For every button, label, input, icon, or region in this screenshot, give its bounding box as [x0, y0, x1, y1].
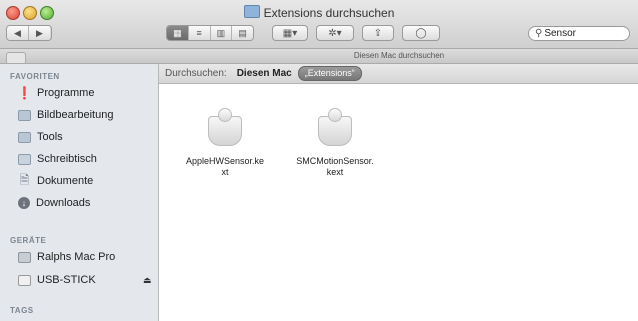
sidebar-item-label: Schreibtisch [37, 153, 97, 165]
arrange-button[interactable]: ▦▾ [272, 25, 308, 41]
scope-label: Durchsuchen: [165, 68, 227, 79]
search-icon: ⚲ [535, 28, 543, 39]
search-input[interactable]: Sensor [544, 28, 576, 39]
share-button[interactable]: ⇪ [362, 25, 394, 41]
gear-icon: ✲▾ [328, 27, 342, 39]
apps-icon: ❗ [17, 86, 32, 100]
arrange-icon: ▦▾ [282, 27, 298, 39]
search-scope-bar: Durchsuchen: Diesen Mac „Extensions“ [159, 64, 638, 84]
sidebar-item-label: USB-STICK [37, 274, 96, 286]
back-button[interactable]: ◀ [7, 26, 29, 40]
sidebar-item-downloads[interactable]: ↓ Downloads [18, 194, 90, 212]
tag-icon: ◯ [415, 27, 427, 39]
title-toolbar: Extensions durchsuchen ◀ ▶ ▦ ≡ ▥ ▤ ▦▾ ✲▾… [0, 0, 638, 49]
sidebar-heading-tags: TAGS [10, 306, 34, 315]
file-browser: Durchsuchen: Diesen Mac „Extensions“ App… [159, 64, 638, 321]
sidebar-item-label: Programme [37, 87, 95, 99]
document-icon: 🗎 [19, 172, 30, 187]
folder-icon [243, 5, 260, 18]
file-name: AppleHWSensor.ke xt [185, 156, 265, 177]
folder-icon [18, 109, 31, 121]
list-view-icon: ≡ [196, 28, 202, 38]
sidebar-heading-devices: GERÄTE [10, 236, 47, 245]
icon-view-icon: ▦ [173, 27, 182, 38]
scope-this-mac-button[interactable]: Diesen Mac [237, 68, 292, 79]
sidebar-item-label: Ralphs Mac Pro [37, 251, 116, 263]
sidebar-item-label: Tools [37, 131, 63, 143]
eject-icon[interactable]: ⏏ [143, 275, 152, 286]
sidebar-item-ralphs-mac-pro[interactable]: Ralphs Mac Pro [18, 248, 115, 266]
search-scope-title: Diesen Mac durchsuchen [160, 49, 638, 64]
tags-button[interactable]: ◯ [402, 25, 440, 41]
drive-icon [18, 274, 31, 286]
sidebar-tab [6, 52, 26, 63]
sidebar-item-usb-stick[interactable]: USB-STICK [18, 271, 96, 289]
file-name: SMCMotionSensor. kext [296, 156, 374, 177]
nav-buttons: ◀ ▶ [6, 25, 52, 41]
coverflow-view-icon: ▤ [238, 27, 247, 38]
scope-extensions-chip[interactable]: „Extensions“ [297, 66, 362, 81]
sidebar-item-bildbearbeitung[interactable]: Bildbearbeitung [18, 106, 113, 124]
forward-arrow-icon: ▶ [36, 27, 43, 38]
sidebar-item-dokumente[interactable]: 🗎 Dokumente [18, 172, 94, 190]
sidebar-item-label: Bildbearbeitung [37, 109, 114, 121]
window-title: Extensions durchsuchen [0, 5, 638, 20]
folder-icon [18, 131, 31, 143]
icon-view-button[interactable]: ▦ [167, 26, 189, 40]
sidebar-item-programme[interactable]: ❗ Programme [17, 84, 95, 102]
desktop-icon [18, 153, 31, 165]
forward-button[interactable]: ▶ [29, 26, 50, 40]
file-item[interactable]: AppleHWSensor.ke xt [175, 108, 275, 178]
view-mode-buttons: ▦ ≡ ▥ ▤ [166, 25, 254, 41]
back-arrow-icon: ◀ [14, 27, 21, 38]
column-view-icon: ▥ [216, 27, 226, 38]
action-button[interactable]: ✲▾ [316, 25, 354, 41]
search-field[interactable]: ⚲ Sensor [528, 26, 630, 41]
sidebar-item-tools[interactable]: Tools [18, 128, 63, 146]
sidebar-item-schreibtisch[interactable]: Schreibtisch [18, 150, 97, 168]
window-title-text: Extensions durchsuchen [263, 6, 395, 20]
sidebar-heading-favorites: FAVORITEN [10, 72, 60, 81]
share-icon: ⇪ [373, 27, 383, 39]
sidebar: FAVORITEN ❗ Programme Bildbearbeitung To… [0, 64, 159, 321]
sidebar-item-label: Downloads [36, 197, 91, 209]
computer-icon [18, 251, 31, 263]
kext-bundle-icon [314, 108, 356, 150]
coverflow-view-button[interactable]: ▤ [232, 26, 253, 40]
sidebar-item-label: Dokumente [37, 175, 94, 187]
downloads-icon: ↓ [18, 197, 30, 209]
list-view-button[interactable]: ≡ [188, 26, 211, 40]
finder-window: Extensions durchsuchen ◀ ▶ ▦ ≡ ▥ ▤ ▦▾ ✲▾… [0, 0, 638, 321]
file-item[interactable]: SMCMotionSensor. kext [285, 108, 385, 178]
kext-bundle-icon [204, 108, 246, 150]
column-view-button[interactable]: ▥ [210, 26, 233, 40]
